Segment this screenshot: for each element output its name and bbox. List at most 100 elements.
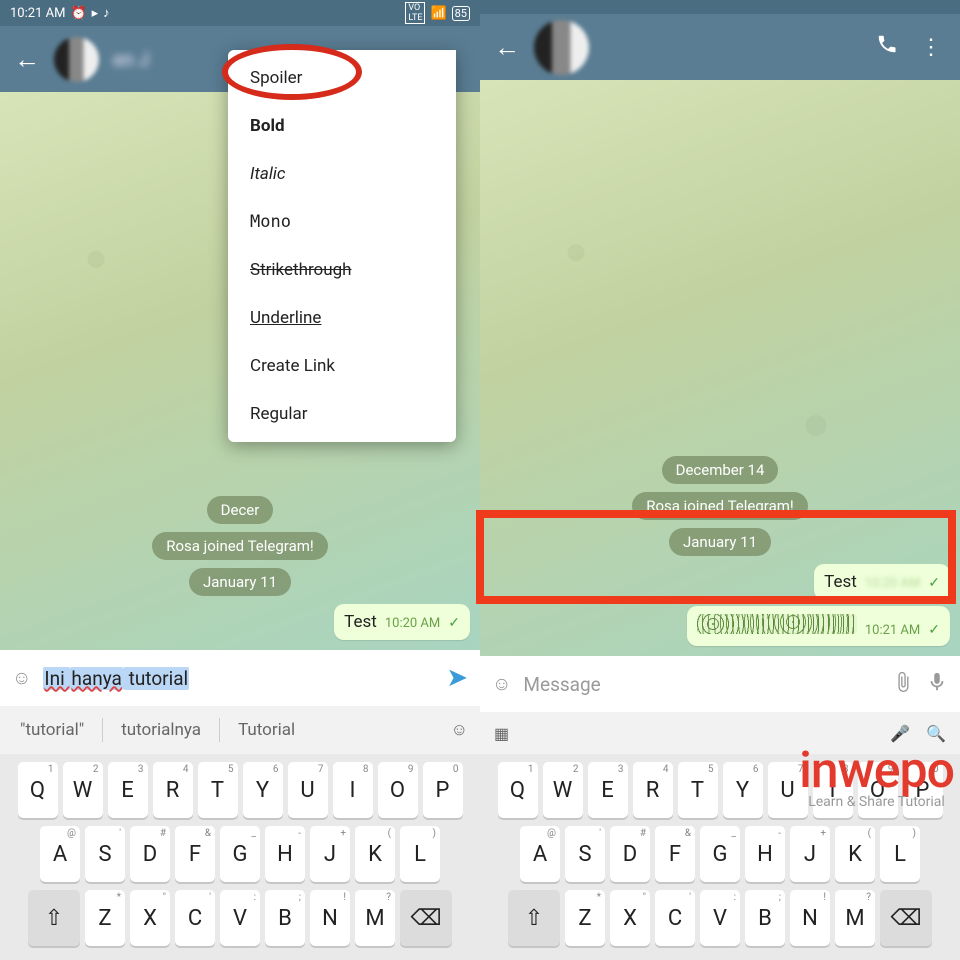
key-s[interactable]: S' <box>565 826 605 882</box>
message-bubble-spoiler[interactable]: 10:21 AM ✓ <box>687 606 950 646</box>
avatar[interactable] <box>534 20 589 75</box>
menu-regular[interactable]: Regular <box>228 390 456 438</box>
search-icon[interactable]: 🔍 <box>926 724 946 743</box>
message-bubble-out[interactable]: Test 10:20 AM ✓ <box>334 604 470 640</box>
message-input-row: ☺ Message <box>480 656 960 712</box>
contact-name[interactable] <box>603 36 858 59</box>
key-h[interactable]: H- <box>265 826 305 882</box>
key-j[interactable]: J+ <box>310 826 350 882</box>
key-r[interactable]: R4 <box>153 762 193 818</box>
key-t[interactable]: T5 <box>678 762 718 818</box>
suggestion-1[interactable]: tutorialnya <box>113 716 209 744</box>
back-icon[interactable]: ← <box>14 44 40 75</box>
more-icon[interactable]: ⋮ <box>916 35 946 60</box>
mic-icon[interactable] <box>926 671 948 698</box>
suggestion-2[interactable]: Tutorial <box>230 716 303 744</box>
menu-italic[interactable]: Italic <box>228 150 456 198</box>
spoiler-hidden-text[interactable] <box>697 614 857 634</box>
emoji-suggest-icon[interactable]: ☺ <box>451 720 468 740</box>
key-e[interactable]: E3 <box>588 762 628 818</box>
message-time: 10:21 AM <box>865 623 920 638</box>
avatar[interactable] <box>54 37 99 82</box>
key-l[interactable]: L) <box>400 826 440 882</box>
key-z[interactable]: Z* <box>85 890 125 946</box>
key-o[interactable]: O9 <box>378 762 418 818</box>
key-v[interactable]: V: <box>700 890 740 946</box>
key-x[interactable]: X" <box>130 890 170 946</box>
key-shift[interactable]: ⇧ <box>28 890 80 946</box>
key-m[interactable]: M? <box>355 890 395 946</box>
date-pill-partial: Decer <box>207 496 274 524</box>
menu-create-link[interactable]: Create Link <box>228 342 456 390</box>
key-u[interactable]: U7 <box>768 762 808 818</box>
keyboard-toolbar: ▦ 🎤 🔍 <box>480 712 960 754</box>
message-input[interactable]: Message <box>523 673 880 696</box>
emoji-icon[interactable]: ☺ <box>492 672 511 696</box>
key-d[interactable]: D# <box>610 826 650 882</box>
key-b[interactable]: B; <box>265 890 305 946</box>
key-t[interactable]: T5 <box>198 762 238 818</box>
key-a[interactable]: A@ <box>520 826 560 882</box>
key-a[interactable]: A@ <box>40 826 80 882</box>
key-c[interactable]: C' <box>175 890 215 946</box>
key-x[interactable]: X" <box>610 890 650 946</box>
key-y[interactable]: Y6 <box>723 762 763 818</box>
battery-icon: 85 <box>452 6 470 21</box>
attach-icon[interactable] <box>892 671 914 698</box>
key-f[interactable]: F& <box>655 826 695 882</box>
join-pill: Rosa joined Telegram! <box>152 532 328 560</box>
signal-icon: 📶 <box>430 6 446 21</box>
key-p[interactable]: P0 <box>903 762 943 818</box>
key-k[interactable]: K( <box>355 826 395 882</box>
key-l[interactable]: L) <box>880 826 920 882</box>
key-shift[interactable]: ⇧ <box>508 890 560 946</box>
key-backspace[interactable]: ⌫ <box>880 890 932 946</box>
send-icon[interactable]: ➤ <box>446 663 468 693</box>
key-w[interactable]: W2 <box>543 762 583 818</box>
key-o[interactable]: O9 <box>858 762 898 818</box>
key-r[interactable]: R4 <box>633 762 673 818</box>
grid-icon[interactable]: ▦ <box>494 724 509 743</box>
key-z[interactable]: Z* <box>565 890 605 946</box>
key-i[interactable]: I8 <box>813 762 853 818</box>
message-text: Test <box>344 612 377 632</box>
key-b[interactable]: B; <box>745 890 785 946</box>
key-p[interactable]: P0 <box>423 762 463 818</box>
key-n[interactable]: N! <box>310 890 350 946</box>
key-c[interactable]: C' <box>655 890 695 946</box>
volte-icon: VOLTE <box>405 2 425 24</box>
emoji-icon[interactable]: ☺ <box>12 666 31 690</box>
key-e[interactable]: E3 <box>108 762 148 818</box>
key-g[interactable]: G_ <box>220 826 260 882</box>
key-v[interactable]: V: <box>220 890 260 946</box>
key-n[interactable]: N! <box>790 890 830 946</box>
key-s[interactable]: S' <box>85 826 125 882</box>
menu-mono[interactable]: Mono <box>228 198 456 246</box>
key-backspace[interactable]: ⌫ <box>400 890 452 946</box>
music-icon: ♪ <box>103 5 110 21</box>
key-u[interactable]: U7 <box>288 762 328 818</box>
status-time: 10:21 AM <box>10 6 65 21</box>
mic2-icon[interactable]: 🎤 <box>890 724 910 743</box>
key-y[interactable]: Y6 <box>243 762 283 818</box>
key-i[interactable]: I8 <box>333 762 373 818</box>
key-m[interactable]: M? <box>835 890 875 946</box>
key-q[interactable]: Q1 <box>498 762 538 818</box>
format-menu: Spoiler Bold Italic Mono Strikethrough U… <box>228 50 456 442</box>
key-w[interactable]: W2 <box>63 762 103 818</box>
status-bar: 10:21 AM ⏰ ▸ ♪ VOLTE 📶 85 <box>0 0 480 26</box>
key-h[interactable]: H- <box>745 826 785 882</box>
menu-strikethrough[interactable]: Strikethrough <box>228 246 456 294</box>
key-g[interactable]: G_ <box>700 826 740 882</box>
menu-bold[interactable]: Bold <box>228 102 456 150</box>
key-q[interactable]: Q1 <box>18 762 58 818</box>
key-d[interactable]: D# <box>130 826 170 882</box>
back-icon[interactable]: ← <box>494 32 520 63</box>
key-j[interactable]: J+ <box>790 826 830 882</box>
key-f[interactable]: F& <box>175 826 215 882</box>
key-k[interactable]: K( <box>835 826 875 882</box>
message-input[interactable]: Ini hanya tutorial <box>43 667 434 690</box>
suggestion-0[interactable]: "tutorial" <box>12 716 92 744</box>
call-icon[interactable] <box>872 33 902 61</box>
menu-underline[interactable]: Underline <box>228 294 456 342</box>
